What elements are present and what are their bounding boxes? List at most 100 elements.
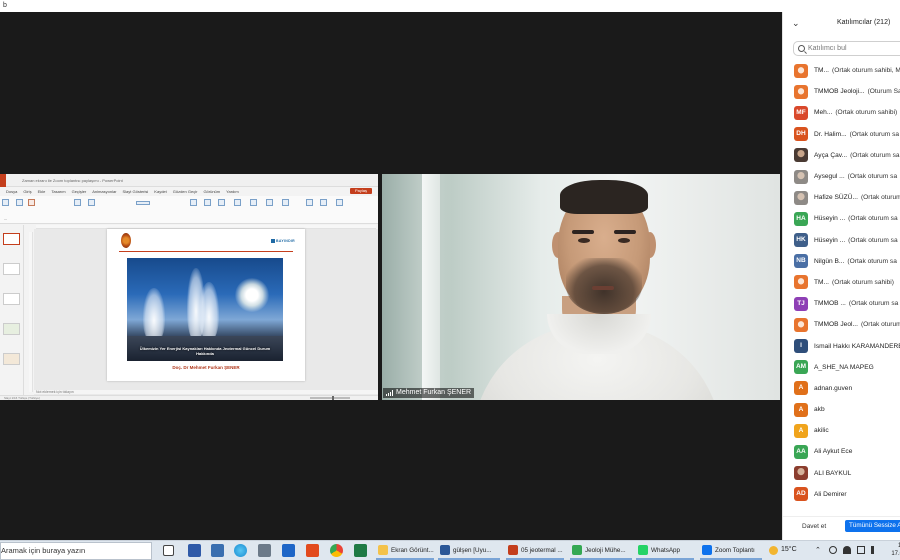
ribbon-tab[interactable]: Görünüm <box>203 189 220 195</box>
ribbon-tab[interactable]: Ekle <box>38 189 46 195</box>
chrome-icon[interactable] <box>330 544 343 557</box>
participant-row[interactable]: TMMOB Jeol... (Ortak oturum <box>783 314 900 335</box>
participant-row[interactable]: TM... (Ortak oturum sahibi) <box>783 272 900 293</box>
powerpoint-status-bar: Slayt 1/16 Türkçe (Türkiye) <box>0 395 378 400</box>
dictate-icon <box>218 199 225 206</box>
taskbar-app-button[interactable]: WhatsApp <box>636 542 694 560</box>
participant-name: akb <box>814 406 825 414</box>
ribbon-tab[interactable]: Geçişler <box>72 189 87 195</box>
window-top-label: b <box>3 2 7 9</box>
app-label: 05 jeotermal ... <box>521 546 563 554</box>
participant-row[interactable]: Hafize SÜZÜ... (Ortak oturum <box>783 187 900 208</box>
avatar: I <box>794 339 808 354</box>
participant-row[interactable]: TM... (Ortak oturum sahibi, M <box>783 60 900 81</box>
participant-row[interactable]: TMMOB Jeoloji... (Oturum Sa <box>783 81 900 102</box>
avatar <box>794 317 808 332</box>
participant-row[interactable]: HK Hüseyin ... (Ortak oturum sa <box>783 230 900 251</box>
taskbar-app-button[interactable]: gülşen [Uyu... <box>438 542 500 560</box>
app-label: Zoom Toplantı <box>715 546 755 554</box>
slide-thumbnail[interactable] <box>3 293 20 305</box>
powerpoint-ribbon-tabs: Dosya Giriş Ekle Tasarım Geçişler Animasyonla… <box>6 189 346 195</box>
windows-taskbar: Aramak için buraya yazın Ekran Görünt...… <box>0 540 900 560</box>
participant-row[interactable]: I Ismail Hakkı KARAMANDERES <box>783 335 900 356</box>
avatar: DH <box>794 127 808 142</box>
participant-name: adnan.guven <box>814 384 853 392</box>
chevron-down-icon[interactable]: ⌄ <box>792 18 800 29</box>
taskbar-app-button[interactable]: Jeoloji Mühe... <box>570 542 632 560</box>
participant-row[interactable]: Aadnan.guven <box>783 378 900 399</box>
avatar <box>794 169 808 184</box>
edge-icon[interactable] <box>234 544 247 557</box>
task-view-icon[interactable] <box>163 545 174 556</box>
ribbon-tab[interactable]: Gözden Geçir <box>173 189 198 195</box>
app-icon <box>378 545 388 555</box>
invite-button[interactable]: Davet et <box>796 521 832 532</box>
onedrive-icon[interactable] <box>843 546 851 554</box>
participant-name: Meh... <box>814 109 833 117</box>
picture-icon <box>250 199 257 206</box>
participant-row[interactable]: DH Dr. Halim... (Ortak oturum sa <box>783 124 900 145</box>
slide-thumbnail[interactable] <box>3 353 20 365</box>
slide-thumbnail[interactable] <box>3 263 20 275</box>
current-slide[interactable]: BAYINDIR Ülkemizin Yer Enerjisi Kaynakla… <box>107 229 305 381</box>
avatar: AA <box>794 444 808 459</box>
camera-icon[interactable] <box>258 544 271 557</box>
taskbar-app-button[interactable]: 05 jeotermal ... <box>506 542 564 560</box>
participant-row[interactable]: HA Hüseyin ... (Ortak oturum sa <box>783 208 900 229</box>
photos-icon[interactable] <box>188 544 201 557</box>
replace-icon <box>190 199 197 206</box>
app-icon <box>440 545 450 555</box>
participant-video-tile[interactable]: Mehmet Furkan ŞENER <box>382 174 780 400</box>
battery-icon[interactable] <box>857 546 865 554</box>
temperature[interactable]: 15°C <box>781 546 797 553</box>
participant-name: Mehmet Furkan ŞENER <box>396 389 472 396</box>
participant-row[interactable]: NB Nilgün B... (Ortak oturum sa <box>783 251 900 272</box>
participant-row[interactable]: Aysegul ... (Ortak oturum sa <box>783 166 900 187</box>
avatar: A <box>794 381 808 396</box>
ribbon-tab[interactable]: Dosya <box>6 189 17 195</box>
excel-icon[interactable] <box>354 544 367 557</box>
clock[interactable]: 1: 17.0 <box>889 542 900 558</box>
participant-row[interactable]: ALI BAYKUL <box>783 463 900 484</box>
notes-pane[interactable]: Not eklemek için tıklayın <box>34 390 378 394</box>
participant-list[interactable]: TM... (Ortak oturum sahibi, M TMMOB Jeoloj… <box>783 60 900 508</box>
participant-row[interactable]: AD Ali Demirer <box>783 484 900 505</box>
participant-row[interactable]: Ayça Çav... (Ortak oturum sa <box>783 145 900 166</box>
network-icon[interactable] <box>829 546 837 554</box>
textbox-icon <box>266 199 273 206</box>
ribbon-tab[interactable]: Tasarım <box>51 189 65 195</box>
participant-row[interactable]: AM A_SHE_NA MAPEG <box>783 357 900 378</box>
chevron-up-icon[interactable]: ⌃ <box>815 546 823 554</box>
volume-icon[interactable] <box>871 546 879 554</box>
taskbar-app-button[interactable]: Ekran Görünt... <box>376 542 434 560</box>
participant-row[interactable]: TJ TMMOB ... (Ortak oturum sa <box>783 293 900 314</box>
font-box-icon <box>136 201 150 205</box>
slide-thumbnail[interactable] <box>3 233 20 245</box>
participant-row[interactable]: Aakilic <box>783 420 900 441</box>
ribbon-tab[interactable]: Slayt Gösterisi <box>123 189 149 195</box>
participant-row[interactable]: Aakb <box>783 399 900 420</box>
participant-name: Ismail Hakkı KARAMANDERES <box>814 342 900 350</box>
taskbar-app-button[interactable]: Zoom Toplantı <box>700 542 762 560</box>
taskbar-search-input[interactable]: Aramak için buraya yazın <box>0 542 152 560</box>
ribbon-tab[interactable]: Giriş <box>23 189 31 195</box>
zoom-slider[interactable] <box>310 396 350 400</box>
participant-row[interactable]: MF Meh... (Ortak oturum sahibi) <box>783 102 900 123</box>
powerpoint-share-button[interactable]: Paylaş <box>350 188 372 194</box>
screen-share-tile[interactable]: Zaman ekranı ile Zoom toplantısı paylaşı… <box>0 174 378 400</box>
avatar: AD <box>794 487 808 502</box>
slide-thumbnail[interactable] <box>3 323 20 335</box>
paste-icon <box>2 199 9 206</box>
office-icon[interactable] <box>306 544 319 557</box>
mute-all-button[interactable]: Tümünü Sessize Al <box>845 520 900 532</box>
participant-name: Ali Demirer <box>814 490 847 498</box>
ribbon-tab[interactable]: Yardım <box>226 189 239 195</box>
participant-search-input[interactable]: Katılımcı bul <box>793 41 900 56</box>
mail-icon[interactable] <box>282 544 295 557</box>
participant-row[interactable]: AA Ali Aykut Ece <box>783 441 900 462</box>
slide-author: Doç. Dr Mehmet Furkan ŞENER <box>172 365 240 370</box>
teams-icon[interactable] <box>211 544 224 557</box>
shapes-icon <box>74 199 81 206</box>
ribbon-tab[interactable]: Kaydet <box>154 189 166 195</box>
ribbon-tab[interactable]: Animasyonlar <box>92 189 116 195</box>
